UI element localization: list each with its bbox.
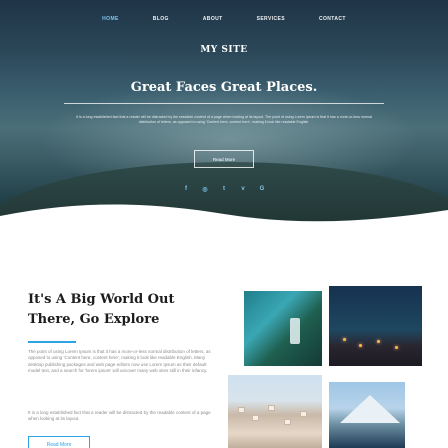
title-accent-line: [28, 341, 76, 343]
gallery-image-flag: [290, 318, 300, 344]
section-paragraph-2: It is a long established fact that a rea…: [28, 410, 211, 422]
instagram-icon[interactable]: ◎: [200, 184, 210, 194]
house-shape: [268, 405, 275, 411]
nav-item-contact[interactable]: Contact: [302, 16, 363, 22]
section-title: It's A Big World Out There, Go Explore: [28, 292, 175, 327]
google-plus-icon[interactable]: G: [257, 184, 267, 194]
facebook-icon[interactable]: f: [181, 184, 191, 194]
hero-intro-text: It is a long established fact that a rea…: [76, 115, 372, 125]
twitter-icon[interactable]: t: [219, 184, 229, 194]
social-links: f ◎ t v G: [0, 184, 448, 194]
lantern-light: [395, 346, 398, 349]
lantern-light: [377, 340, 380, 343]
gallery-image-night-market[interactable]: [329, 286, 422, 366]
hero-tagline: Great Faces Great Places.: [130, 80, 318, 95]
nav-item-home[interactable]: Home: [85, 16, 136, 22]
site-logo[interactable]: MY SITE: [0, 45, 448, 55]
hero-wave-divider: [0, 204, 448, 232]
mountain-peak: [340, 395, 400, 423]
nav-item-about[interactable]: About: [186, 16, 240, 22]
section-read-more-button[interactable]: Read More: [28, 436, 90, 448]
vimeo-icon[interactable]: v: [238, 184, 248, 194]
house-shape: [300, 411, 307, 417]
gallery-image-coast[interactable]: [244, 291, 322, 366]
nav-item-blog[interactable]: Blog: [136, 16, 186, 22]
hero-read-more-button[interactable]: Read More: [194, 150, 254, 168]
lantern-light: [343, 338, 346, 341]
house-shape: [252, 415, 259, 421]
lantern-light: [359, 344, 362, 347]
section-paragraph: The point of using Lorem Ipsum is that i…: [28, 349, 211, 374]
nav-item-services[interactable]: Services: [240, 16, 302, 22]
hero-divider: [64, 103, 384, 104]
house-shape: [284, 419, 291, 425]
main-nav: Home Blog About Services Contact: [0, 16, 448, 22]
house-shape: [238, 407, 245, 413]
gallery-image-hillside-town[interactable]: [228, 375, 322, 448]
